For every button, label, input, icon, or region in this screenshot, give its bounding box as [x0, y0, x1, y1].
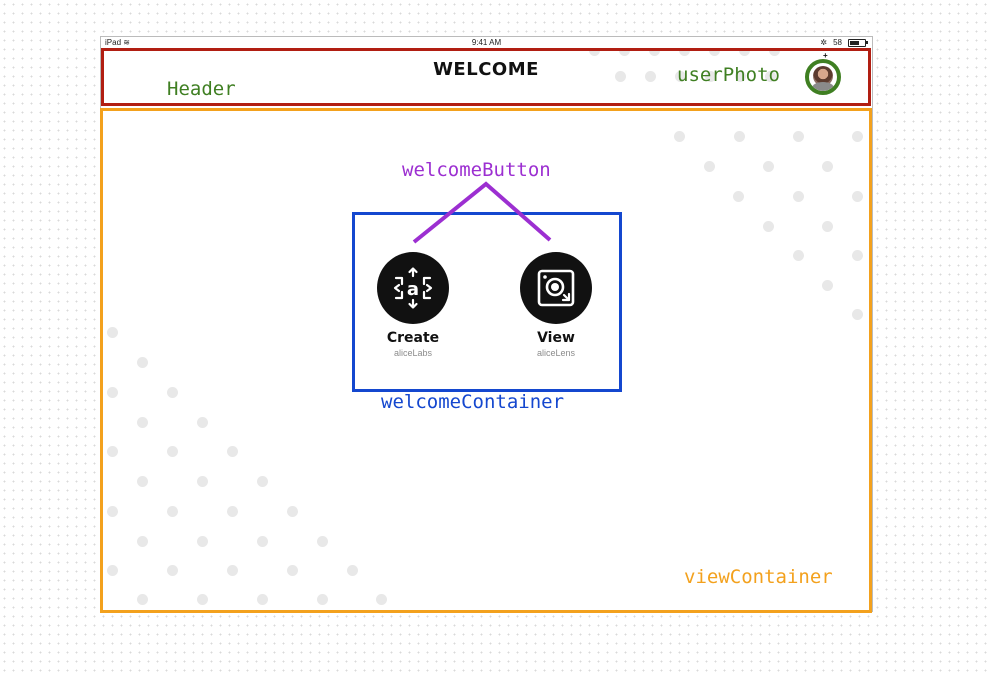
create-button-label: Create — [386, 330, 440, 346]
view-button-label: View — [537, 330, 575, 346]
status-right: ✲ 58 — [820, 38, 868, 47]
create-button-sublabel: aliceLabs — [393, 348, 433, 358]
view-container-annotation: viewContainer — [684, 566, 833, 588]
view-icon — [537, 269, 575, 307]
battery-icon — [848, 38, 868, 47]
header-annotation: Header — [167, 78, 236, 100]
status-time: 9:41 AM — [471, 38, 502, 47]
user-photo-annotation: userPhoto — [677, 64, 780, 86]
view-button-sublabel: aliceLens — [536, 348, 576, 358]
svg-text:a: a — [407, 279, 419, 300]
user-photo[interactable] — [805, 59, 841, 95]
battery-percent: 58 — [833, 38, 842, 47]
welcome-container-annotation: welcomeContainer — [381, 391, 565, 413]
view-button[interactable]: View aliceLens — [506, 252, 606, 359]
add-badge-icon: + — [823, 51, 828, 60]
canvas: iPad ≋ 9:41 AM ✲ 58 WELCOME + a Create a… — [0, 0, 989, 676]
avatar-body — [812, 82, 834, 91]
welcome-button-bracket — [412, 181, 552, 244]
bluetooth-icon: ✲ — [820, 38, 828, 47]
welcome-button-annotation: welcomeButton — [402, 159, 551, 181]
create-button[interactable]: a Create aliceLabs — [363, 252, 463, 359]
create-icon-circle: a — [377, 252, 449, 324]
view-icon-circle — [520, 252, 592, 324]
create-icon: a — [393, 267, 433, 309]
